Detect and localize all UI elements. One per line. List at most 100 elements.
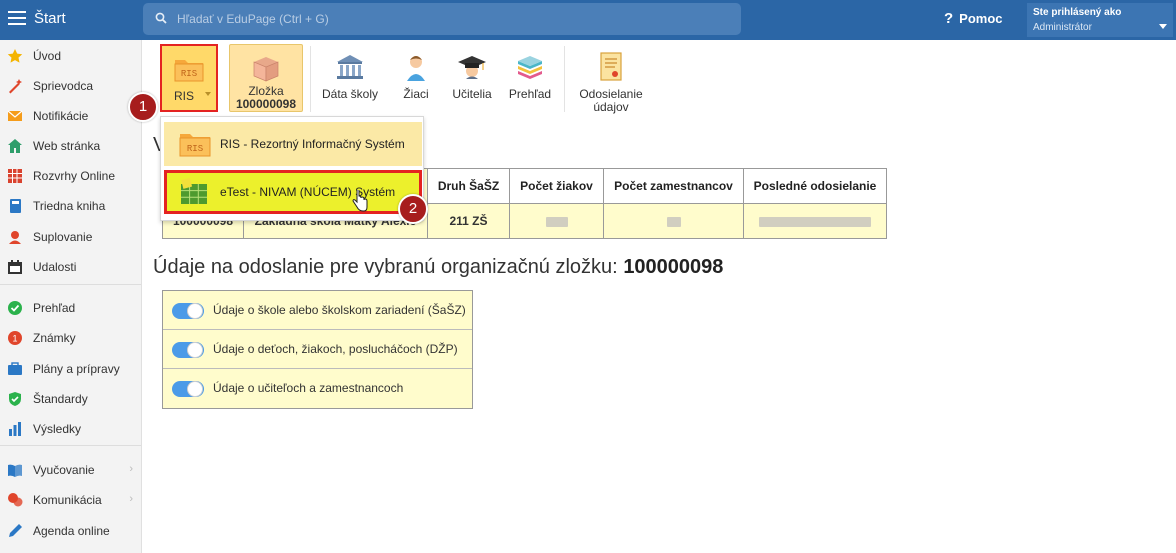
- sidebar-item-label: Úvod: [33, 49, 62, 63]
- sidebar-item-8[interactable]: Udalosti: [0, 252, 141, 282]
- chat-bubbles-icon: [8, 493, 23, 507]
- ucitelia-button[interactable]: Učitelia: [446, 44, 498, 112]
- toggle-switch-dzp[interactable]: [172, 342, 204, 358]
- column-header-pocet-ziakov: Počet žiakov: [509, 168, 604, 204]
- pen-icon: [9, 524, 22, 537]
- row-druh: 211 ZŠ: [427, 203, 510, 239]
- sidebar-item-5[interactable]: Rozvrhy Online: [0, 161, 141, 191]
- certificate-document-icon: [600, 52, 622, 81]
- shield-check-icon: [9, 392, 21, 406]
- ziaci-label: Žiaci: [403, 87, 429, 101]
- student-icon: [407, 56, 425, 81]
- sidebar-item-10[interactable]: 1 Známky: [0, 323, 141, 353]
- sidebar-item-13[interactable]: Výsledky: [0, 414, 141, 444]
- sidebar-item-label: Známky: [33, 331, 76, 345]
- svg-text:RIS: RIS: [187, 144, 203, 154]
- menu-item-ris[interactable]: RIS RIS - Rezortný Informačný Systém: [164, 122, 422, 166]
- toggle-switch-zamestnanci[interactable]: [172, 381, 204, 397]
- toolbar-divider: [564, 46, 565, 112]
- search-input[interactable]: [177, 3, 717, 35]
- sidebar-item-label: Rozvrhy Online: [33, 169, 116, 183]
- help-button[interactable]: ? Pomoc: [944, 10, 1003, 27]
- sidebar-item-16[interactable]: Agenda online: [0, 516, 141, 546]
- row-posledne-odosielanie-redacted: [743, 203, 887, 239]
- top-bar: Štart ? Pomoc Ste prihlásený ako Administ…: [0, 0, 1176, 40]
- toolbar: RIS RIS Zložka 100000098 Dáta školy Žiac…: [143, 40, 1176, 116]
- section-title: Údaje na odoslanie pre vybranú organizač…: [153, 256, 723, 279]
- search-box[interactable]: [143, 3, 741, 35]
- toggle-row-zamestnanci: Údaje o učiteľoch a zamestnancoch: [163, 369, 472, 408]
- search-icon: [155, 12, 167, 24]
- toggle-row-dzp: Údaje o deťoch, žiakoch, poslucháčoch (D…: [163, 330, 472, 369]
- sidebar-item-12[interactable]: Štandardy: [0, 384, 141, 414]
- zlozka-button[interactable]: Zložka 100000098: [229, 44, 303, 112]
- calendar-icon: [8, 260, 22, 274]
- sidebar-item-label: Sprievodca: [33, 79, 94, 93]
- sidebar-item-2[interactable]: Sprievodca: [0, 71, 141, 101]
- chevron-down-icon: [1159, 24, 1167, 29]
- sidebar: Úvod Sprievodca Notifikácie Web stránka Rozv…: [0, 40, 142, 553]
- envelope-icon: [7, 110, 23, 121]
- toggle-knob: [187, 381, 203, 397]
- row-pocet-ziakov-redacted: [509, 203, 604, 239]
- app-title[interactable]: Štart: [34, 10, 66, 27]
- magic-wand-icon: [9, 79, 22, 94]
- sidebar-item-7[interactable]: Suplovanie: [0, 222, 141, 252]
- sidebar-item-label: Udalosti: [33, 260, 77, 274]
- star-icon: [7, 49, 23, 63]
- stacked-books-icon: [518, 56, 542, 79]
- sidebar-item-label: Web stránka: [33, 139, 101, 153]
- menu-item-etest[interactable]: eTest - NIVAM (NÚCEM) Systém: [164, 170, 422, 214]
- bar-chart-icon: [9, 422, 21, 436]
- sidebar-item-label: Suplovanie: [33, 230, 93, 244]
- ris-menu-button[interactable]: RIS RIS: [160, 44, 218, 112]
- user-role: Administrátor: [1033, 22, 1092, 33]
- sidebar-item-1[interactable]: Úvod: [0, 41, 141, 71]
- prehlad-label: Prehľad: [508, 87, 552, 101]
- toggle-label-dzp: Údaje o deťoch, žiakoch, poslucháčoch (D…: [213, 342, 458, 356]
- substitution-icon: [9, 231, 21, 244]
- logged-in-as-label: Ste prihlásený ako: [1033, 7, 1122, 18]
- zlozka-value: 100000098: [235, 97, 297, 111]
- svg-text:1: 1: [12, 334, 17, 344]
- data-skoly-label: Dáta školy: [321, 87, 379, 101]
- ziaci-button[interactable]: Žiaci: [391, 44, 441, 112]
- column-header-posledne-odosielanie: Posledné odosielanie: [743, 168, 887, 204]
- svg-text:RIS: RIS: [181, 69, 197, 79]
- sidebar-item-9[interactable]: Prehľad: [0, 293, 141, 323]
- sidebar-item-label: Komunikácia: [33, 493, 102, 507]
- prehlad-button[interactable]: Prehľad: [505, 44, 555, 112]
- sidebar-divider: [0, 284, 141, 285]
- sidebar-item-label: Agenda online: [33, 524, 110, 538]
- sidebar-item-label: Vyučovanie: [33, 463, 95, 477]
- sidebar-item-15[interactable]: Komunikácia ›: [0, 485, 141, 515]
- user-account-dropdown[interactable]: Ste prihlásený ako Administrátor: [1027, 3, 1173, 37]
- section-title-value: 100000098: [623, 256, 724, 278]
- sidebar-item-11[interactable]: Plány a prípravy: [0, 354, 141, 384]
- sidebar-item-6[interactable]: Triedna kniha: [0, 191, 141, 221]
- toggle-switch-sasz[interactable]: [172, 303, 204, 319]
- section-title-prefix: Údaje na odoslanie pre vybranú organizač…: [153, 256, 618, 278]
- step-badge-2: 2: [398, 194, 428, 224]
- ris-dropdown-menu: RIS RIS - Rezortný Informačný Systém eTe…: [160, 116, 424, 221]
- sidebar-divider: [0, 445, 141, 446]
- grades-icon: 1: [8, 331, 22, 345]
- chevron-right-icon: ›: [129, 493, 133, 505]
- help-label: Pomoc: [959, 11, 1003, 26]
- sidebar-item-4[interactable]: Web stránka: [0, 131, 141, 161]
- sidebar-item-label: Plány a prípravy: [33, 362, 120, 376]
- briefcase-icon: [8, 362, 22, 375]
- menu-item-etest-label: eTest - NIVAM (NÚCEM) Systém: [220, 185, 396, 199]
- sidebar-item-14[interactable]: Vyučovanie ›: [0, 455, 141, 485]
- hamburger-menu-icon[interactable]: [8, 11, 26, 25]
- column-header-pocet-zamestnancov: Počet zamestnancov: [603, 168, 744, 204]
- open-book-icon: [8, 464, 22, 477]
- toggle-label-zamestnanci: Údaje o učiteľoch a zamestnancoch: [213, 381, 404, 395]
- sidebar-item-label: Prehľad: [33, 301, 76, 315]
- box-icon: [253, 57, 279, 82]
- ris-folder-icon: RIS: [179, 134, 211, 157]
- odosielanie-udajov-button[interactable]: Odosielanie údajov: [571, 44, 651, 114]
- sidebar-item-3[interactable]: Notifikácie: [0, 101, 141, 131]
- timetable-icon: [8, 169, 22, 183]
- data-skoly-button[interactable]: Dáta školy: [317, 44, 383, 112]
